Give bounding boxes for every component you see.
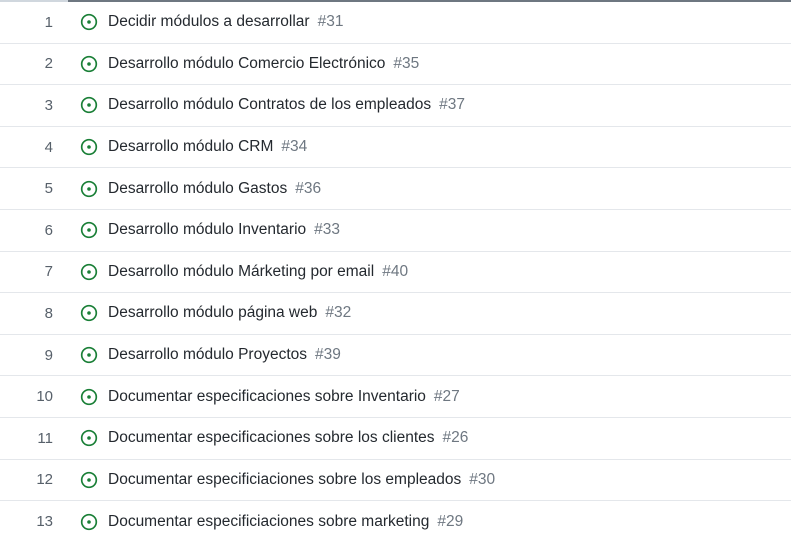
issue-title-link[interactable]: Desarrollo módulo CRM — [108, 138, 273, 156]
issue-opened-icon — [80, 430, 98, 447]
table-row[interactable]: 12 Documentar especificiaciones sobre lo… — [0, 460, 791, 502]
issue-number: #36 — [295, 179, 322, 197]
issue-title-link[interactable]: Desarrollo módulo Comercio Electrónico — [108, 55, 385, 73]
issue-title-link[interactable]: Desarrollo módulo Proyectos — [108, 346, 307, 364]
title-cell: Desarrollo módulo Inventario #33 — [70, 221, 340, 239]
issue-opened-icon — [80, 513, 98, 531]
title-cell: Desarrollo módulo Márketing por email #4… — [70, 263, 408, 281]
title-cell: Desarrollo módulo Comercio Electrónico #… — [70, 55, 419, 73]
issue-title-link[interactable]: Documentar especificaciones sobre Invent… — [108, 388, 426, 406]
issue-number: #39 — [315, 346, 341, 364]
table-row[interactable]: 9 Desarrollo módulo Proyectos #39 — [0, 335, 791, 377]
issue-title-link[interactable]: Desarrollo módulo Inventario — [108, 221, 306, 239]
issue-title-link[interactable]: Desarrollo módulo Contratos de los emple… — [108, 96, 431, 114]
issues-list: 1 Decidir módulos a desarrollar #31 2 De… — [0, 2, 791, 537]
row-number: 10 — [36, 388, 53, 406]
title-cell: Documentar especificaciones sobre Invent… — [70, 388, 460, 406]
title-cell: Documentar especificaciones sobre los cl… — [70, 429, 468, 447]
table-row[interactable]: 8 Desarrollo módulo página web #32 — [0, 293, 791, 335]
issue-title-link[interactable]: Desarrollo módulo Márketing por email — [108, 263, 374, 281]
column-header-divider — [68, 0, 791, 2]
issue-number: #31 — [317, 13, 344, 31]
issue-title-link[interactable]: Documentar especificiaciones sobre los e… — [108, 471, 461, 489]
issue-opened-icon — [80, 55, 98, 73]
issue-opened-icon — [80, 97, 98, 114]
title-cell: Decidir módulos a desarrollar #31 — [70, 13, 343, 31]
issue-number: #37 — [439, 96, 465, 114]
table-row[interactable]: 5 Desarrollo módulo Gastos #36 — [0, 168, 791, 210]
issue-opened-icon — [80, 305, 98, 322]
issues-table: 1 Decidir módulos a desarrollar #31 2 De… — [0, 0, 791, 537]
issue-number: #27 — [433, 387, 460, 405]
row-number: 3 — [44, 96, 53, 114]
table-row[interactable]: 7 Desarrollo módulo Márketing por email … — [0, 252, 791, 294]
table-row[interactable]: 6 Desarrollo módulo Inventario #33 — [0, 210, 791, 252]
row-number: 8 — [44, 304, 53, 322]
issue-opened-icon — [80, 388, 98, 405]
row-number: 2 — [44, 55, 53, 73]
title-cell: Desarrollo módulo Contratos de los emple… — [70, 96, 465, 114]
issue-number: #26 — [442, 429, 469, 447]
table-row[interactable]: 4 Desarrollo módulo CRM #34 — [0, 127, 791, 169]
issue-title-link[interactable]: Documentar especificiaciones sobre marke… — [108, 513, 429, 531]
issue-opened-icon — [80, 263, 98, 281]
title-cell: Desarrollo módulo CRM #34 — [70, 138, 307, 156]
issue-number: #35 — [393, 54, 420, 72]
table-row[interactable]: 10 Documentar especificaciones sobre Inv… — [0, 376, 791, 418]
table-row[interactable]: 11 Documentar especificaciones sobre los… — [0, 418, 791, 460]
issue-title-link[interactable]: Documentar especificaciones sobre los cl… — [108, 429, 435, 447]
issue-title-link[interactable]: Desarrollo módulo página web — [108, 304, 317, 322]
title-cell: Desarrollo módulo página web #32 — [70, 304, 351, 322]
row-number: 4 — [44, 138, 53, 156]
issue-number: #32 — [325, 304, 352, 322]
issue-number: #33 — [314, 221, 341, 239]
row-number: 9 — [44, 346, 53, 364]
row-number: 5 — [44, 180, 53, 198]
issue-opened-icon — [80, 222, 98, 239]
issue-opened-icon — [80, 471, 98, 488]
issue-opened-icon — [80, 14, 98, 31]
table-row[interactable]: 1 Decidir módulos a desarrollar #31 — [0, 2, 791, 44]
table-row[interactable]: 3 Desarrollo módulo Contratos de los emp… — [0, 85, 791, 127]
title-cell: Documentar especificiaciones sobre los e… — [70, 471, 495, 489]
issue-number: #29 — [437, 512, 464, 530]
issue-number: #30 — [469, 470, 496, 488]
issue-number: #34 — [281, 138, 308, 156]
issue-opened-icon — [80, 138, 98, 156]
row-number: 13 — [36, 513, 53, 531]
row-number: 7 — [44, 263, 53, 281]
title-cell: Desarrollo módulo Proyectos #39 — [70, 346, 341, 364]
issue-title-link[interactable]: Desarrollo módulo Gastos — [108, 180, 287, 198]
row-number: 12 — [36, 471, 53, 489]
row-number: 1 — [44, 13, 53, 31]
table-row[interactable]: 13 Documentar especificiaciones sobre ma… — [0, 501, 791, 537]
issue-opened-icon — [80, 346, 98, 364]
title-cell: Desarrollo módulo Gastos #36 — [70, 180, 321, 198]
row-number: 11 — [37, 429, 53, 447]
row-number: 6 — [44, 221, 53, 239]
issue-number: #40 — [382, 262, 409, 280]
title-cell: Documentar especificiaciones sobre marke… — [70, 513, 463, 531]
issue-title-link[interactable]: Decidir módulos a desarrollar — [108, 13, 310, 31]
issue-opened-icon — [80, 180, 98, 197]
table-row[interactable]: 2 Desarrollo módulo Comercio Electrónico… — [0, 44, 791, 86]
